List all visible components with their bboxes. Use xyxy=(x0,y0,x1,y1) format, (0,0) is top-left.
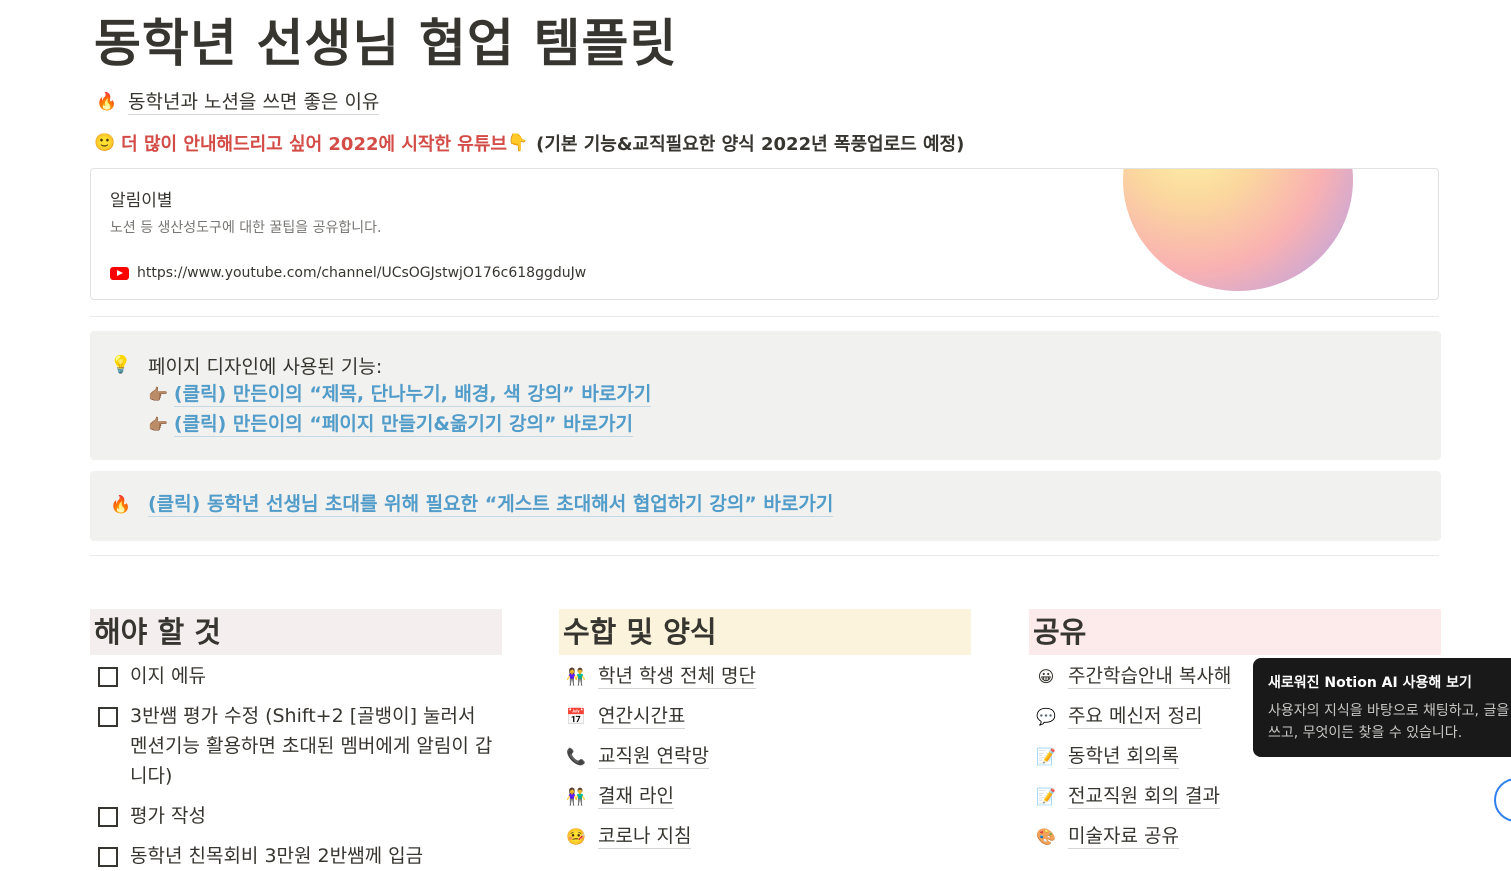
todo-heading: 해야 할 것 xyxy=(90,609,502,655)
todo-text[interactable]: 3반쌤 평가 수정 (Shift+2 [골뱅이] 눌러서 멘션기능 활용하면 초… xyxy=(130,701,496,791)
checkbox[interactable] xyxy=(98,707,118,727)
divider xyxy=(90,555,1439,556)
page-link-approval-line[interactable]: 👫 결재 라인 xyxy=(566,781,674,811)
fire-icon: 🔥 xyxy=(96,92,118,112)
bookmark-url: https://www.youtube.com/channel/UCsOGJst… xyxy=(110,265,586,281)
youtube-bookmark-card[interactable]: 알림이별 노션 등 생산성도구에 대한 꿀팁을 공유합니다. https://w… xyxy=(90,168,1439,300)
callout-design-features: 💡 페이지 디자인에 사용된 기능: 👉🏽 (클릭) 만든이의 “제목, 단나누… xyxy=(90,331,1441,460)
page-link-weekly-guide[interactable]: 😀 주간학습안내 복사해 xyxy=(1036,661,1232,691)
page-link-staff-contacts[interactable]: 📞 교직원 연락망 xyxy=(566,741,709,771)
fire-icon: 🔥 xyxy=(110,495,132,515)
bookmark-title: 알림이별 xyxy=(110,191,173,211)
page-link-label: 교직원 연락망 xyxy=(598,744,709,769)
callout-guest-invite: 🔥 (클릭) 동학년 선생님 초대를 위해 필요한 “게스트 초대해서 협업하기… xyxy=(90,471,1441,541)
link-label: (클릭) 만든이의 “페이지 만들기&옮기기 강의” 바로가기 xyxy=(173,413,633,437)
todo-item: 평가 작성 xyxy=(98,801,496,831)
subpage-link-label: 동학년과 노션을 쓰면 좋은 이유 xyxy=(128,90,380,115)
page-link-grade-minutes[interactable]: 📝 동학년 회의록 xyxy=(1036,741,1179,771)
page-link-label: 주요 메신저 정리 xyxy=(1068,704,1203,729)
checkbox[interactable] xyxy=(98,807,118,827)
page-link-label: 주간학습안내 복사해 xyxy=(1068,664,1232,689)
sick-face-icon: 🤒 xyxy=(566,826,586,846)
memo-icon: 📝 xyxy=(1036,746,1056,766)
page-link-student-list[interactable]: 👫 학년 학생 전체 명단 xyxy=(566,661,756,691)
tooltip-body: 사용자의 지식을 바탕으로 채팅하고, 글을 쓰고, 무엇이든 찾을 수 있습니… xyxy=(1268,703,1510,741)
bookmark-thumbnail-gradient xyxy=(1123,169,1353,291)
todo-text[interactable]: 동학년 친목회비 3만원 2반쌤께 입금 xyxy=(130,841,496,871)
calendar-icon: 📅 xyxy=(566,706,586,726)
speech-bubble-icon: 💬 xyxy=(1036,706,1056,726)
help-button[interactable] xyxy=(1494,778,1511,822)
link-label: (클릭) 만든이의 “제목, 단나누기, 배경, 색 강의” 바로가기 xyxy=(173,383,652,407)
todo-item: 3반쌤 평가 수정 (Shift+2 [골뱅이] 눌러서 멘션기능 활용하면 초… xyxy=(98,701,496,791)
notion-ai-tooltip[interactable]: 새로워진 Notion AI 사용해 보기 사용자의 지식을 바탕으로 채팅하고… xyxy=(1253,658,1511,757)
youtube-intro-dark-text: (기본 기능&교직필요한 양식 2022년 폭풍업로드 예정) xyxy=(536,134,965,155)
smile-icon: 😀 xyxy=(1037,666,1055,686)
youtube-intro-line: 🙂 더 많이 안내해드리고 싶어 2022에 시작한 유튜브 👇 (기본 기능&… xyxy=(94,130,964,156)
youtube-icon xyxy=(110,266,129,280)
page-link-staff-meeting[interactable]: 📝 전교직원 회의 결과 xyxy=(1036,781,1220,811)
link-label: (클릭) 동학년 선생님 초대를 위해 필요한 “게스트 초대해서 협업하기 강… xyxy=(148,493,834,517)
page-link-covid-guideline[interactable]: 🤒 코로나 지침 xyxy=(566,821,692,851)
people-icon: 👫 xyxy=(566,786,586,806)
bookmark-url-text: https://www.youtube.com/channel/UCsOGJst… xyxy=(137,265,587,281)
page-link-label: 미술자료 공유 xyxy=(1068,824,1179,849)
page-link-timetable[interactable]: 📅 연간시간표 xyxy=(566,701,686,731)
page-link-messenger[interactable]: 💬 주요 메신저 정리 xyxy=(1036,701,1203,731)
callout-design-text: 페이지 디자인에 사용된 기능: xyxy=(148,356,383,378)
link-guest-invite-lecture[interactable]: (클릭) 동학년 선생님 초대를 위해 필요한 “게스트 초대해서 협업하기 강… xyxy=(148,492,834,517)
link-page-create-lecture[interactable]: 👉🏽 (클릭) 만든이의 “페이지 만들기&옮기기 강의” 바로가기 xyxy=(148,412,633,437)
subpage-link[interactable]: 🔥 동학년과 노션을 쓰면 좋은 이유 xyxy=(96,89,380,115)
lightbulb-icon: 💡 xyxy=(110,355,132,375)
forms-heading: 수합 및 양식 xyxy=(559,609,971,655)
page-link-label: 연간시간표 xyxy=(598,704,686,729)
todo-item: 동학년 친목회비 3만원 2반쌤께 입금 xyxy=(98,841,496,871)
point-down-icon: 👇 xyxy=(506,133,529,153)
smile-icon: 🙂 xyxy=(94,133,116,153)
page-link-label: 학년 학생 전체 명단 xyxy=(598,664,756,689)
checkbox[interactable] xyxy=(98,847,118,867)
page-title: 동학년 선생님 협업 템플릿 xyxy=(94,15,678,74)
page-link-label: 전교직원 회의 결과 xyxy=(1068,784,1220,809)
page-link-art-materials[interactable]: 🎨 미술자료 공유 xyxy=(1036,821,1179,851)
people-icon: 👫 xyxy=(566,666,586,686)
pointing-hand-icon: 👉🏽 xyxy=(148,415,168,434)
tooltip-title: 새로워진 Notion AI 사용해 보기 xyxy=(1268,675,1472,691)
page-link-label: 결재 라인 xyxy=(598,784,674,809)
palette-icon: 🎨 xyxy=(1036,826,1056,846)
todo-text[interactable]: 이지 에듀 xyxy=(130,661,496,691)
youtube-intro-red-text: 더 많이 안내해드리고 싶어 2022에 시작한 유튜브 xyxy=(121,134,507,155)
page-link-label: 코로나 지침 xyxy=(598,824,692,849)
pointing-hand-icon: 👉🏽 xyxy=(148,385,168,404)
todo-text[interactable]: 평가 작성 xyxy=(130,801,496,831)
bookmark-description: 노션 등 생산성도구에 대한 꿀팁을 공유합니다. xyxy=(110,220,382,236)
column-forms: 수합 및 양식 👫 학년 학생 전체 명단 📅 연간시간표 📞 교직원 연락망 … xyxy=(559,609,971,863)
todo-item: 이지 에듀 xyxy=(98,661,496,691)
memo-icon: 📝 xyxy=(1036,786,1056,806)
share-heading: 공유 xyxy=(1029,609,1441,655)
phone-icon: 📞 xyxy=(566,746,586,766)
column-todo: 해야 할 것 이지 에듀 3반쌤 평가 수정 (Shift+2 [골뱅이] 눌러… xyxy=(90,609,502,869)
page-link-label: 동학년 회의록 xyxy=(1068,744,1179,769)
link-title-column-lecture[interactable]: 👉🏽 (클릭) 만든이의 “제목, 단나누기, 배경, 색 강의” 바로가기 xyxy=(148,382,652,407)
divider xyxy=(90,316,1439,317)
checkbox[interactable] xyxy=(98,667,118,687)
